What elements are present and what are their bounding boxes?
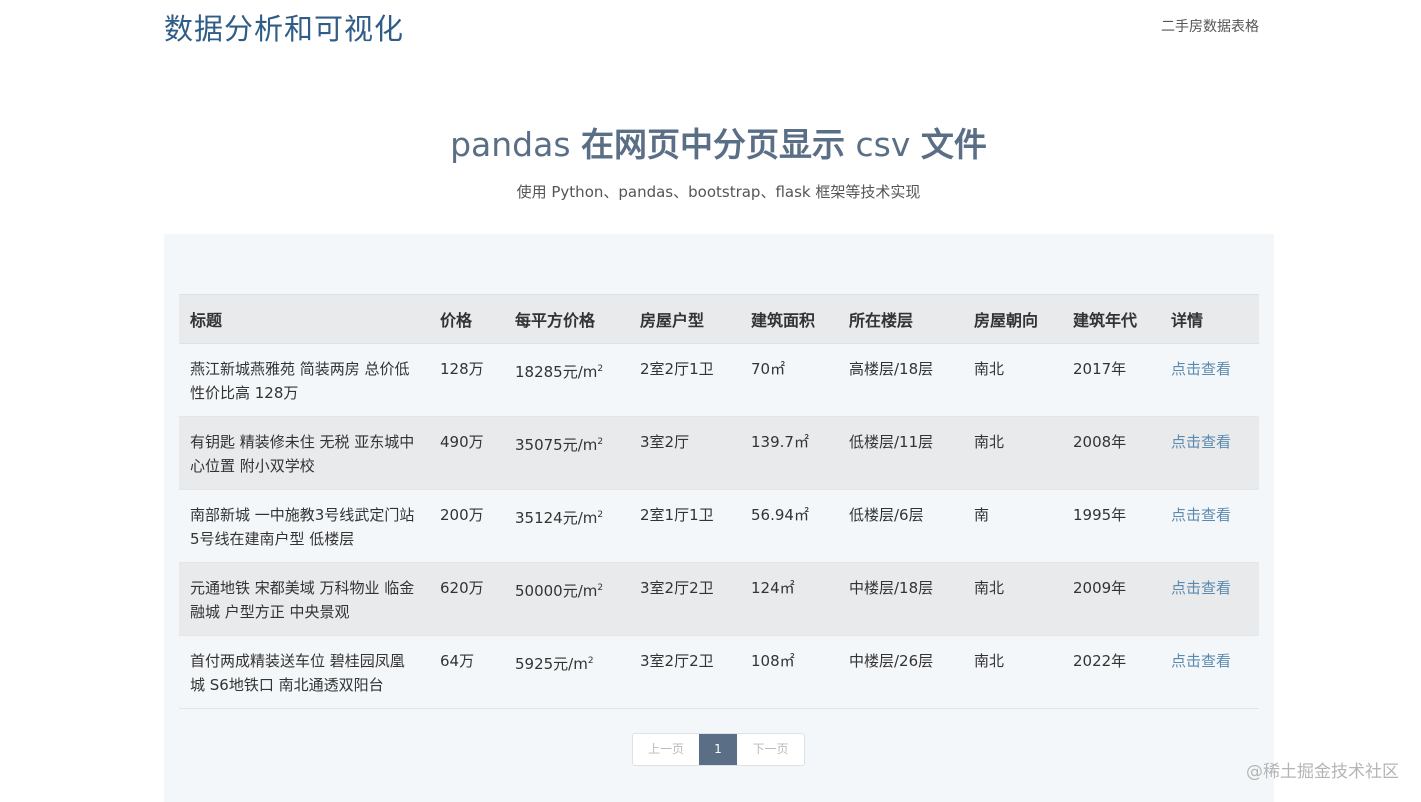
cell-detail: 点击查看 xyxy=(1160,635,1259,709)
table-header-row: 标题 价格 每平方价格 房屋户型 建筑面积 所在楼层 房屋朝向 建筑年代 详情 xyxy=(179,294,1259,344)
title-part-pandas: pandas xyxy=(450,125,582,164)
cell-price: 128万 xyxy=(429,343,504,417)
cell-layout: 3室2厅 xyxy=(629,416,740,490)
title-part-file: 文件 xyxy=(920,125,987,164)
header-detail[interactable]: 详情 xyxy=(1160,294,1259,344)
unit-sup: 2 xyxy=(587,656,594,666)
cell-area: 139.7㎡ xyxy=(740,416,838,490)
cell-title: 元通地铁 宋都美域 万科物业 临金融城 户型方正 中央景观 xyxy=(179,562,429,636)
view-detail-link[interactable]: 点击查看 xyxy=(1171,579,1231,597)
cell-unit-price: 18285元/m2 xyxy=(504,343,629,417)
header-layout[interactable]: 房屋户型 xyxy=(629,294,740,344)
cell-floor: 高楼层/18层 xyxy=(838,343,963,417)
unit-price-value: 18285元/m xyxy=(515,363,598,381)
nav-link-house-table[interactable]: 二手房数据表格 xyxy=(1161,16,1259,36)
cell-detail: 点击查看 xyxy=(1160,489,1259,563)
table-row: 有钥匙 精装修未住 无税 亚东城中心位置 附小双学校 490万 35075元/m… xyxy=(179,416,1259,490)
cell-floor: 中楼层/26层 xyxy=(838,635,963,709)
cell-year: 1995年 xyxy=(1062,489,1160,563)
cell-orientation: 南北 xyxy=(963,562,1062,636)
page-title: pandas 在网页中分页显示 csv 文件 xyxy=(0,118,1421,166)
cell-price: 64万 xyxy=(429,635,504,709)
header-floor[interactable]: 所在楼层 xyxy=(838,294,963,344)
cell-unit-price: 50000元/m2 xyxy=(504,562,629,636)
page-subtitle: 使用 Python、pandas、bootstrap、flask 框架等技术实现 xyxy=(516,183,921,201)
title-part-csv: csv xyxy=(845,125,921,164)
view-detail-link[interactable]: 点击查看 xyxy=(1171,433,1231,451)
cell-unit-price: 5925元/m2 xyxy=(504,635,629,709)
cell-year: 2022年 xyxy=(1062,635,1160,709)
cell-layout: 3室2厅2卫 xyxy=(629,562,740,636)
table-row: 南部新城 一中施教3号线武定门站 5号线在建南户型 低楼层 200万 35124… xyxy=(179,489,1259,563)
view-detail-link[interactable]: 点击查看 xyxy=(1171,360,1231,378)
cell-unit-price: 35124元/m2 xyxy=(504,489,629,563)
cell-title: 首付两成精装送车位 碧桂园凤凰城 S6地铁口 南北通透双阳台 xyxy=(179,635,429,709)
brand-title[interactable]: 数据分析和可视化 xyxy=(164,6,404,48)
cell-area: 56.94㎡ xyxy=(740,489,838,563)
view-detail-link[interactable]: 点击查看 xyxy=(1171,506,1231,524)
house-table: 标题 价格 每平方价格 房屋户型 建筑面积 所在楼层 房屋朝向 建筑年代 详情 … xyxy=(179,294,1259,709)
cell-layout: 3室2厅2卫 xyxy=(629,635,740,709)
navbar: 数据分析和可视化 二手房数据表格 xyxy=(0,0,1421,60)
table-panel: 标题 价格 每平方价格 房屋户型 建筑面积 所在楼层 房屋朝向 建筑年代 详情 … xyxy=(164,234,1274,802)
header-area[interactable]: 建筑面积 xyxy=(740,294,838,344)
header-price[interactable]: 价格 xyxy=(429,294,504,344)
cell-area: 108㎡ xyxy=(740,635,838,709)
unit-sup: 2 xyxy=(597,583,604,593)
prev-page-button[interactable]: 上一页 xyxy=(633,734,699,765)
table-row: 燕江新城燕雅苑 简装两房 总价低 性价比高 128万 128万 18285元/m… xyxy=(179,343,1259,417)
cell-orientation: 南北 xyxy=(963,635,1062,709)
cell-layout: 2室2厅1卫 xyxy=(629,343,740,417)
cell-title: 燕江新城燕雅苑 简装两房 总价低 性价比高 128万 xyxy=(179,343,429,417)
cell-title: 南部新城 一中施教3号线武定门站 5号线在建南户型 低楼层 xyxy=(179,489,429,563)
title-part-paging: 在网页中分页显示 xyxy=(581,125,846,164)
view-detail-link[interactable]: 点击查看 xyxy=(1171,652,1231,670)
cell-detail: 点击查看 xyxy=(1160,562,1259,636)
header-year[interactable]: 建筑年代 xyxy=(1062,294,1160,344)
cell-price: 620万 xyxy=(429,562,504,636)
header-unit-price[interactable]: 每平方价格 xyxy=(504,294,629,344)
cell-floor: 低楼层/11层 xyxy=(838,416,963,490)
table-row: 首付两成精装送车位 碧桂园凤凰城 S6地铁口 南北通透双阳台 64万 5925元… xyxy=(179,635,1259,709)
cell-area: 124㎡ xyxy=(740,562,838,636)
cell-price: 200万 xyxy=(429,489,504,563)
cell-price: 490万 xyxy=(429,416,504,490)
unit-sup: 2 xyxy=(597,437,604,447)
table-row: 元通地铁 宋都美域 万科物业 临金融城 户型方正 中央景观 620万 50000… xyxy=(179,562,1259,636)
unit-price-value: 35075元/m xyxy=(515,436,598,454)
cell-detail: 点击查看 xyxy=(1160,343,1259,417)
cell-layout: 2室1厅1卫 xyxy=(629,489,740,563)
unit-price-value: 50000元/m xyxy=(515,582,598,600)
unit-price-value: 35124元/m xyxy=(515,509,598,527)
header-orientation[interactable]: 房屋朝向 xyxy=(963,294,1062,344)
unit-price-value: 5925元/m xyxy=(515,655,588,673)
cell-title: 有钥匙 精装修未住 无税 亚东城中心位置 附小双学校 xyxy=(179,416,429,490)
cell-orientation: 南 xyxy=(963,489,1062,563)
cell-floor: 中楼层/18层 xyxy=(838,562,963,636)
unit-sup: 2 xyxy=(597,510,604,520)
cell-floor: 低楼层/6层 xyxy=(838,489,963,563)
page-1-button[interactable]: 1 xyxy=(699,734,737,765)
pagination: 上一页 1 下一页 xyxy=(632,733,805,766)
cell-year: 2008年 xyxy=(1062,416,1160,490)
cell-unit-price: 35075元/m2 xyxy=(504,416,629,490)
cell-year: 2017年 xyxy=(1062,343,1160,417)
next-page-button[interactable]: 下一页 xyxy=(737,734,804,765)
watermark: @稀土掘金技术社区 xyxy=(1246,762,1399,782)
cell-orientation: 南北 xyxy=(963,416,1062,490)
cell-orientation: 南北 xyxy=(963,343,1062,417)
cell-detail: 点击查看 xyxy=(1160,416,1259,490)
cell-area: 70㎡ xyxy=(740,343,838,417)
cell-year: 2009年 xyxy=(1062,562,1160,636)
header-title[interactable]: 标题 xyxy=(179,294,429,344)
unit-sup: 2 xyxy=(597,364,604,374)
